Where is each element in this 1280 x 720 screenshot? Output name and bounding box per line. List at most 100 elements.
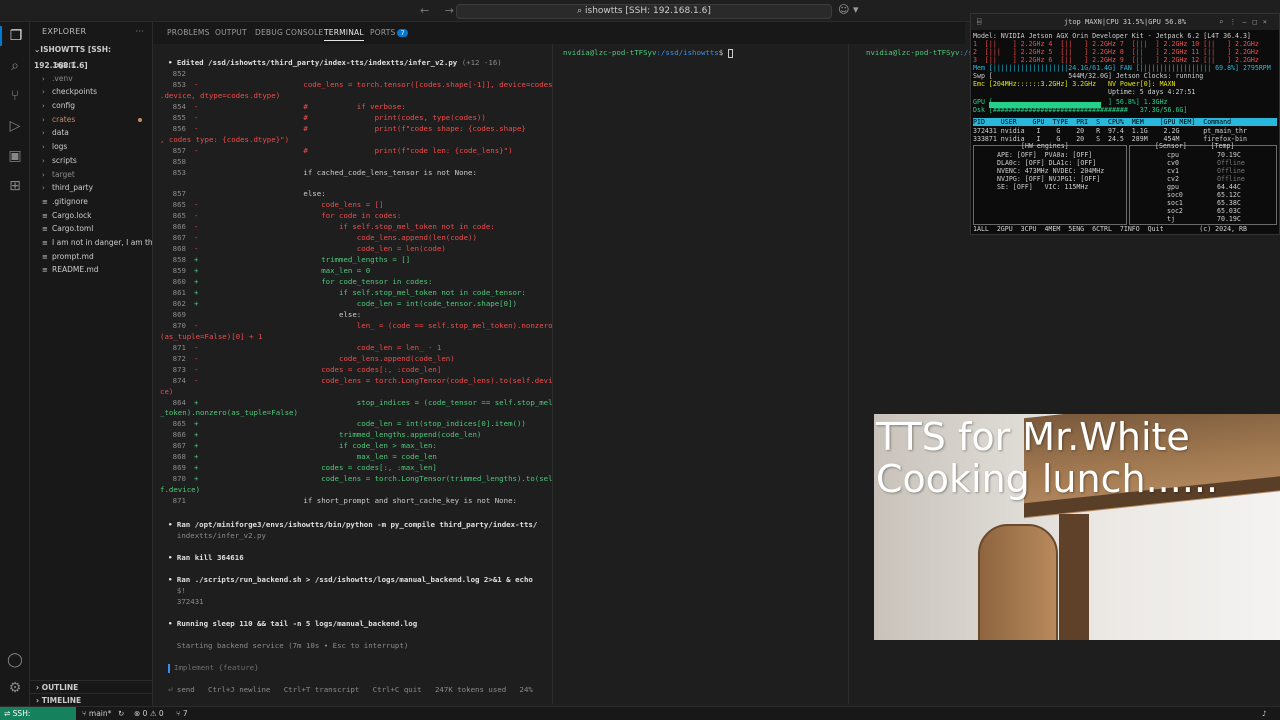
diff-line: 854- # if verbose:	[160, 102, 495, 111]
diff-code: code_len = int(stop_indices[0].item())	[250, 419, 526, 429]
tree-file[interactable]: ≡ README.md	[30, 263, 152, 277]
diff-line: 858	[160, 157, 495, 166]
tree-folder[interactable]: › scripts	[30, 154, 152, 168]
timeline-section[interactable]: › TIMELINE	[30, 693, 153, 706]
diff-sign: -	[194, 145, 199, 155]
diff-sign: -	[194, 79, 199, 89]
diff-line: 869 + codes = codes[:, :max_len]	[160, 463, 495, 472]
jtop-window[interactable]: ⌸ jtop MAXN|CPU 31.5%|GPU 56.8% ⌕⋮–□× Mo…	[970, 13, 1280, 235]
tree-folder[interactable]: › .agent	[30, 58, 152, 72]
tree-file[interactable]: ≡ .gitignore	[30, 195, 152, 209]
tree-folder[interactable]: › third_party	[30, 181, 152, 195]
input-caret	[168, 663, 170, 673]
command-center-search[interactable]: ⌕ ishowtts [SSH: 192.168.1.6]	[456, 4, 832, 19]
tree-file[interactable]: ≡ I am not in danger, I am th...	[30, 236, 152, 250]
sync-icon[interactable]: ↻	[118, 707, 124, 720]
copilot-icon[interactable]: ☺ ▾	[838, 3, 859, 16]
diff-line: 869 else:	[160, 310, 495, 319]
terminal-pane-agent[interactable]: • Edited /ssd/ishowtts/third_party/index…	[160, 52, 553, 702]
tree-folder[interactable]: › .venv	[30, 72, 152, 86]
tree-folder[interactable]: › target	[30, 168, 152, 182]
settings-gear-icon[interactable]: ⚙	[0, 678, 30, 698]
branch-icon: ⑂	[82, 709, 89, 718]
jtop-stat-line: Swp [ 544M/32.0G] Jetson Clocks: running	[973, 72, 1204, 80]
jtop-stat-line: Emc [204MHz::::::3.2GHz] 3.2GHz NV Power…	[973, 80, 1176, 88]
agent-prompt-input[interactable]: Implement {feature}	[168, 663, 259, 673]
tree-file[interactable]: ≡ Cargo.toml	[30, 222, 152, 236]
remote-explorer-icon[interactable]: ▣	[0, 146, 30, 166]
jtop-title: jtop MAXN|CPU 31.5%|GPU 56.8%	[1063, 18, 1187, 26]
chevron-right-icon: ›	[42, 156, 45, 165]
workspace-root[interactable]: ⌄ISHOWTTS [SSH: 192.168.1.6]	[30, 42, 152, 70]
diff-line-number: 867	[172, 233, 186, 243]
command-center-label: ishowtts [SSH: 192.168.1.6]	[585, 6, 711, 16]
extensions-icon[interactable]: ⊞	[0, 176, 30, 196]
terminal-pane-jtop[interactable]: nvidia@lzc-pod-tTFSyv:/s	[866, 48, 973, 57]
tree-item-label: crates	[52, 114, 76, 124]
sensor-title: [Sensor] [Temp]	[1155, 142, 1235, 150]
diff-line-number: 853	[172, 79, 186, 89]
terminal-split-divider[interactable]	[552, 44, 553, 704]
diff-sign: -	[194, 233, 199, 243]
tree-file[interactable]: ≡ Cargo.lock	[30, 209, 152, 223]
terminal-split-divider[interactable]	[848, 44, 849, 704]
diff-line-number: 869	[172, 463, 186, 473]
diff-sign: +	[194, 463, 199, 473]
sensor-temp: 70.19C	[1217, 151, 1241, 159]
sensor-temp: Offline	[1217, 167, 1245, 175]
edited-header: • Edited /ssd/ishowtts/third_party/index…	[168, 58, 458, 67]
sensor-temp: Offline	[1217, 159, 1245, 167]
window-controls-icon[interactable]: ⌕⋮–□×	[1219, 14, 1273, 30]
terminal-icon: ⌸	[977, 18, 982, 26]
run-debug-icon[interactable]: ▷	[0, 116, 30, 136]
diff-line: 857 else:	[160, 189, 495, 198]
agent-input-placeholder: Implement {feature}	[174, 663, 259, 672]
tree-folder[interactable]: › data	[30, 126, 152, 140]
tree-folder[interactable]: › checkpoints	[30, 85, 152, 99]
ran-compile-b: indextts/infer_v2.py	[168, 531, 266, 540]
file-tree: › .agent › .venv › checkpoints › config › crates ›…	[30, 58, 152, 277]
jtop-stat-line: Mem [|||||||||||||||||||24.1G/61.4G] FAN…	[973, 64, 1271, 72]
jtop-footer[interactable]: 1ALL 2GPU 3CPU 4MEM 5ENG 6CTRL 7INFO Qui…	[973, 225, 1247, 233]
diff-line-number: 857	[172, 145, 186, 155]
tab-terminal[interactable]: TERMINAL	[324, 28, 364, 41]
diff-line-number: 855	[172, 112, 186, 122]
tree-folder[interactable]: › crates	[30, 113, 152, 127]
diff-line-number: 866	[172, 222, 186, 232]
ports-indicator[interactable]: ⑂ 7	[176, 707, 188, 720]
explorer-icon[interactable]: ❐	[0, 26, 30, 46]
problems-indicator[interactable]: ⊗ 0 ⚠ 0	[134, 707, 164, 720]
nav-arrows[interactable]: ← →	[420, 4, 460, 17]
diff-sign: +	[194, 452, 199, 462]
tree-item-label: config	[52, 101, 75, 111]
chevron-right-icon: ›	[42, 102, 45, 111]
file-icon: ≡	[42, 238, 48, 247]
tab-problems[interactable]: PROBLEMS	[167, 28, 210, 37]
jtop-proc-row: 372431 nvidia I G 20 R 97.4 1.1G 2.2G pt…	[973, 127, 1247, 135]
remote-indicator[interactable]: ⇌ SSH: 192.168.1.6	[0, 707, 76, 720]
diff-code: else:	[250, 309, 362, 319]
more-actions-icon[interactable]: ···	[135, 22, 144, 42]
tree-item-label: Cargo.toml	[52, 224, 94, 234]
search-icon[interactable]: ⌕	[0, 56, 30, 76]
timeline-label: TIMELINE	[41, 696, 82, 705]
tree-item-label: checkpoints	[52, 87, 97, 97]
notifications-bell-icon[interactable]: ♪	[1262, 707, 1267, 720]
tab-output[interactable]: OUTPUT	[215, 28, 247, 37]
tab-ports[interactable]: PORTS 7	[370, 28, 408, 37]
tree-folder[interactable]: › config	[30, 99, 152, 113]
sensor-temp: 70.19C	[1217, 215, 1241, 223]
diff-line-number: 865	[172, 419, 186, 429]
tree-file[interactable]: ≡ prompt.md	[30, 250, 152, 264]
tab-debug-console[interactable]: DEBUG CONSOLE	[255, 28, 323, 37]
diff-line: 867- code_lens.append(len(code))	[160, 233, 495, 242]
diff-line: 864 + stop_indices = (code_tensor == self…	[160, 398, 553, 407]
tree-item-label: .gitignore	[52, 196, 88, 206]
terminal-pane-shell[interactable]: nvidia@lzc-pod-tTFSyv:/ssd/ishowtts$	[563, 48, 733, 58]
tree-folder[interactable]: › logs	[30, 140, 152, 154]
source-control-icon[interactable]: ⑂	[0, 86, 30, 106]
outline-section[interactable]: › OUTLINE	[30, 680, 153, 693]
branch-indicator[interactable]: ⑂ main*	[82, 707, 111, 720]
account-icon[interactable]: ◯	[0, 650, 30, 670]
jtop-stat-line: 2 [||| ] 2.2GHz 5 [|| ] 2.2GHz 8 [|| ] 2…	[973, 48, 1259, 56]
